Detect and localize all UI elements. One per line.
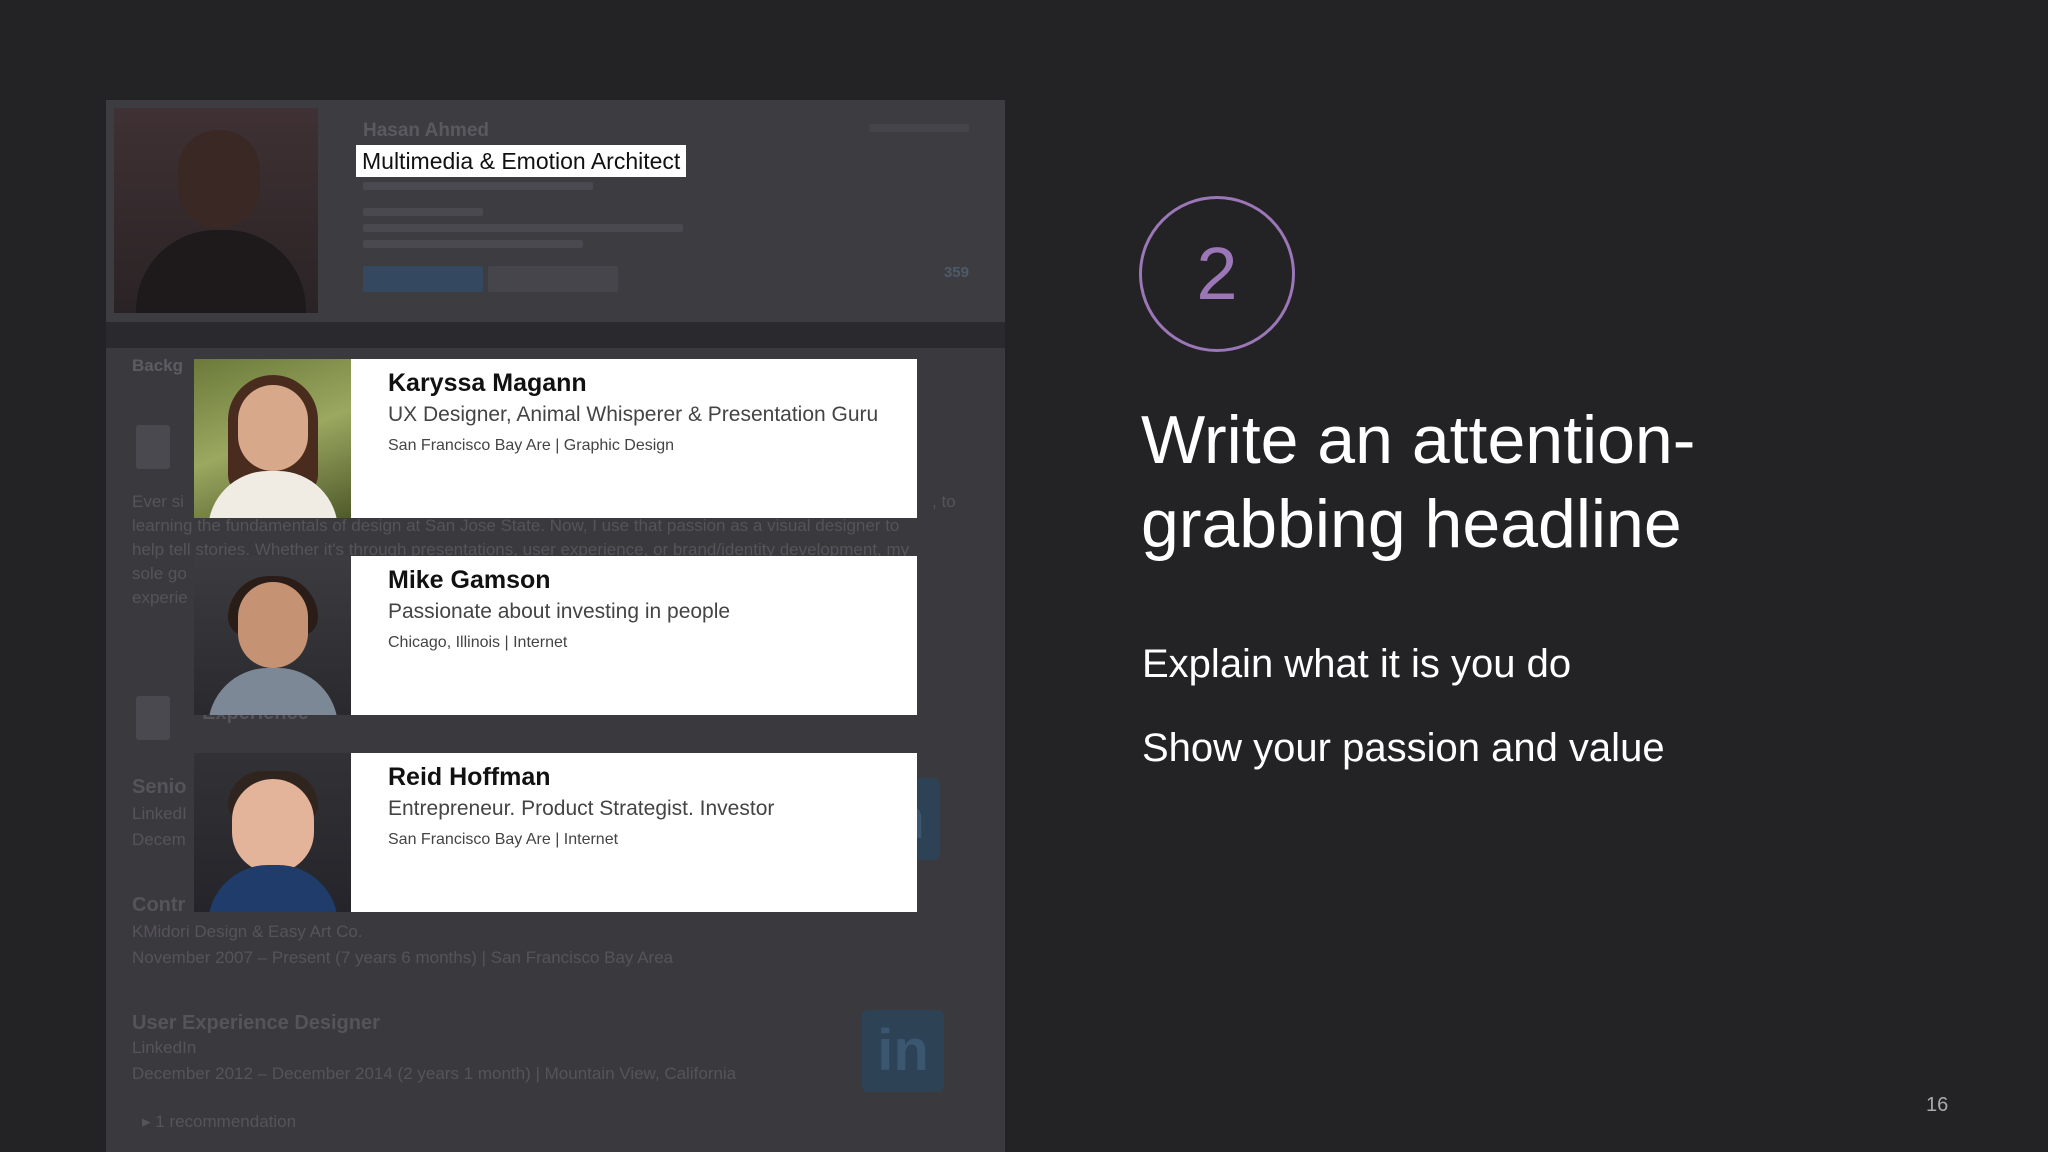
view-in-recruiter-button <box>488 266 618 292</box>
card-name: Karyssa Magann <box>388 369 587 397</box>
card-headline: Passionate about investing in people <box>388 600 731 623</box>
card-headline: UX Designer, Animal Whisperer & Presenta… <box>388 403 879 426</box>
profile-card-karyssa: Karyssa Magann UX Designer, Animal Whisp… <box>194 359 917 518</box>
slide-heading: Write an attention-grabbing headline <box>1141 402 1696 562</box>
profile-name: Hasan Ahmed <box>363 120 489 141</box>
card-location: Chicago, Illinois | Internet <box>388 634 568 651</box>
highlighted-headline: Multimedia & Emotion Architect <box>356 145 687 177</box>
card-location: San Francisco Bay Are | Internet <box>388 831 619 848</box>
profile-photo <box>114 108 318 313</box>
job-title: Senio <box>132 776 187 798</box>
premium-badge <box>869 124 969 132</box>
experience-icon <box>136 696 170 740</box>
card-name: Mike Gamson <box>388 566 551 594</box>
profile-detail-line <box>363 240 583 248</box>
job-title: User Experience Designer <box>132 1012 380 1034</box>
job-company: LinkedIn <box>132 1038 197 1057</box>
page-number: 16 <box>1926 1094 1949 1116</box>
summary-line-end: , to <box>932 492 956 511</box>
summary-line: sole go <box>132 564 187 583</box>
card-headline: Entrepreneur. Product Strategist. Invest… <box>388 797 775 820</box>
job-dates: December 2012 – December 2014 (2 years 1… <box>132 1064 737 1083</box>
card-name: Reid Hoffman <box>388 763 551 791</box>
summary-line: learning the fundamentals of design at S… <box>132 516 900 535</box>
job-company: LinkedI <box>132 804 187 823</box>
recommendation-link: ▸ 1 recommendation <box>142 1112 297 1131</box>
send-message-button <box>363 266 483 292</box>
summary-line: Ever si <box>132 492 184 511</box>
linkedin-logo-icon: in <box>862 1010 944 1092</box>
background-tab-label: Backg <box>132 356 184 375</box>
job-dates: Decem <box>132 830 186 849</box>
avatar <box>194 753 351 912</box>
section-divider <box>106 322 1005 348</box>
job-company: KMidori Design & Easy Art Co. <box>132 922 363 941</box>
step-number-badge: 2 <box>1139 196 1295 352</box>
summary-icon <box>136 425 170 469</box>
profile-card-mike: Mike Gamson Passionate about investing i… <box>194 556 917 715</box>
job-title: Contr <box>132 894 186 916</box>
summary-line: experie <box>132 588 188 607</box>
connections-count: 359 <box>943 264 969 281</box>
profile-detail-line <box>363 208 483 216</box>
profile-detail-line <box>363 224 683 232</box>
slide-point: Show your passion and value <box>1142 726 1665 770</box>
profile-location-line <box>363 182 593 190</box>
avatar <box>194 359 351 518</box>
profile-card-reid: Reid Hoffman Entrepreneur. Product Strat… <box>194 753 917 912</box>
profile-header: Hasan Ahmed 359 <box>106 100 1005 322</box>
avatar <box>194 556 351 715</box>
job-dates: November 2007 – Present (7 years 6 month… <box>132 948 674 967</box>
card-location: San Francisco Bay Are | Graphic Design <box>388 437 675 454</box>
slide-point: Explain what it is you do <box>1142 642 1572 686</box>
